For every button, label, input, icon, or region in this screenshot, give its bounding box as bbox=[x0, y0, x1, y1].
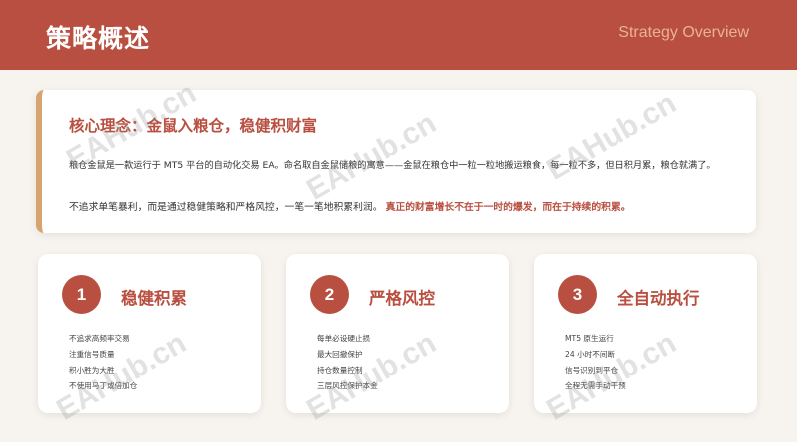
core-concept-card: 核心理念：金鼠入粮仓，稳健积财富 粮仓金鼠是一款运行于 MT5 平台的自动化交易… bbox=[36, 90, 756, 233]
header-bar: 策略概述 Strategy Overview bbox=[0, 0, 797, 70]
list-item: 最大回撤保护 bbox=[317, 349, 363, 359]
feature-card-title: 严格风控 bbox=[369, 289, 435, 308]
list-item: 24 小时不间断 bbox=[565, 349, 616, 359]
number-badge: 3 bbox=[558, 275, 597, 314]
feature-card-automation: 3 全自动执行 MT5 原生运行 24 小时不间断 信号识别到平仓 全程无需手动… bbox=[534, 254, 757, 413]
list-item: MT5 原生运行 bbox=[565, 334, 614, 343]
list-item: 持仓数量控制 bbox=[317, 365, 363, 375]
badge-number: 3 bbox=[572, 284, 583, 304]
feature-list: 不追求高频率交易 注重信号质量 积小胜为大胜 不使用马丁或倍加仓 bbox=[69, 331, 137, 394]
list-item: 不追求高频率交易 bbox=[69, 334, 130, 343]
paragraph-2-text: 不追求单笔暴利，而是通过稳健策略和严格风控，一笔一笔地积累利润。 bbox=[69, 202, 383, 213]
list-item: 信号识别到平仓 bbox=[565, 365, 619, 375]
list-item: 注重信号质量 bbox=[69, 349, 115, 359]
feature-card-title: 全自动执行 bbox=[617, 289, 700, 308]
core-concept-paragraph-1: 粮仓金鼠是一款运行于 MT5 平台的自动化交易 EA。命名取自金鼠储粮的寓意——… bbox=[69, 160, 716, 171]
list-item: 不使用马丁或倍加仓 bbox=[69, 381, 138, 391]
page-title: 策略概述 bbox=[46, 24, 151, 53]
list-item: 每单必设硬止损 bbox=[317, 334, 371, 343]
number-badge: 2 bbox=[310, 275, 349, 314]
feature-card-risk: 2 严格风控 每单必设硬止损 最大回撤保护 持仓数量控制 三层风控保护本金 bbox=[286, 254, 509, 413]
core-concept-title: 核心理念：金鼠入粮仓，稳健积财富 bbox=[69, 117, 318, 135]
feature-list: 每单必设硬止损 最大回撤保护 持仓数量控制 三层风控保护本金 bbox=[317, 331, 378, 394]
feature-list: MT5 原生运行 24 小时不间断 信号识别到平仓 全程无需手动干预 bbox=[565, 331, 626, 394]
badge-number: 1 bbox=[76, 284, 87, 304]
paragraph-2-highlight: 真正的财富增长不在于一时的爆发，而在于持续的积累。 bbox=[385, 202, 631, 213]
number-badge: 1 bbox=[62, 275, 101, 314]
list-item: 积小胜为大胜 bbox=[69, 365, 115, 375]
core-concept-paragraph-2: 不追求单笔暴利，而是通过稳健策略和严格风控，一笔一笔地积累利润。 真正的财富增长… bbox=[69, 199, 749, 213]
list-item: 全程无需手动干预 bbox=[565, 381, 626, 391]
badge-number: 2 bbox=[324, 284, 335, 304]
list-item: 三层风控保护本金 bbox=[317, 381, 378, 391]
feature-card-title: 稳健积累 bbox=[121, 289, 187, 308]
page-subtitle: Strategy Overview bbox=[618, 24, 749, 41]
feature-card-steady: 1 稳健积累 不追求高频率交易 注重信号质量 积小胜为大胜 不使用马丁或倍加仓 bbox=[38, 254, 261, 413]
